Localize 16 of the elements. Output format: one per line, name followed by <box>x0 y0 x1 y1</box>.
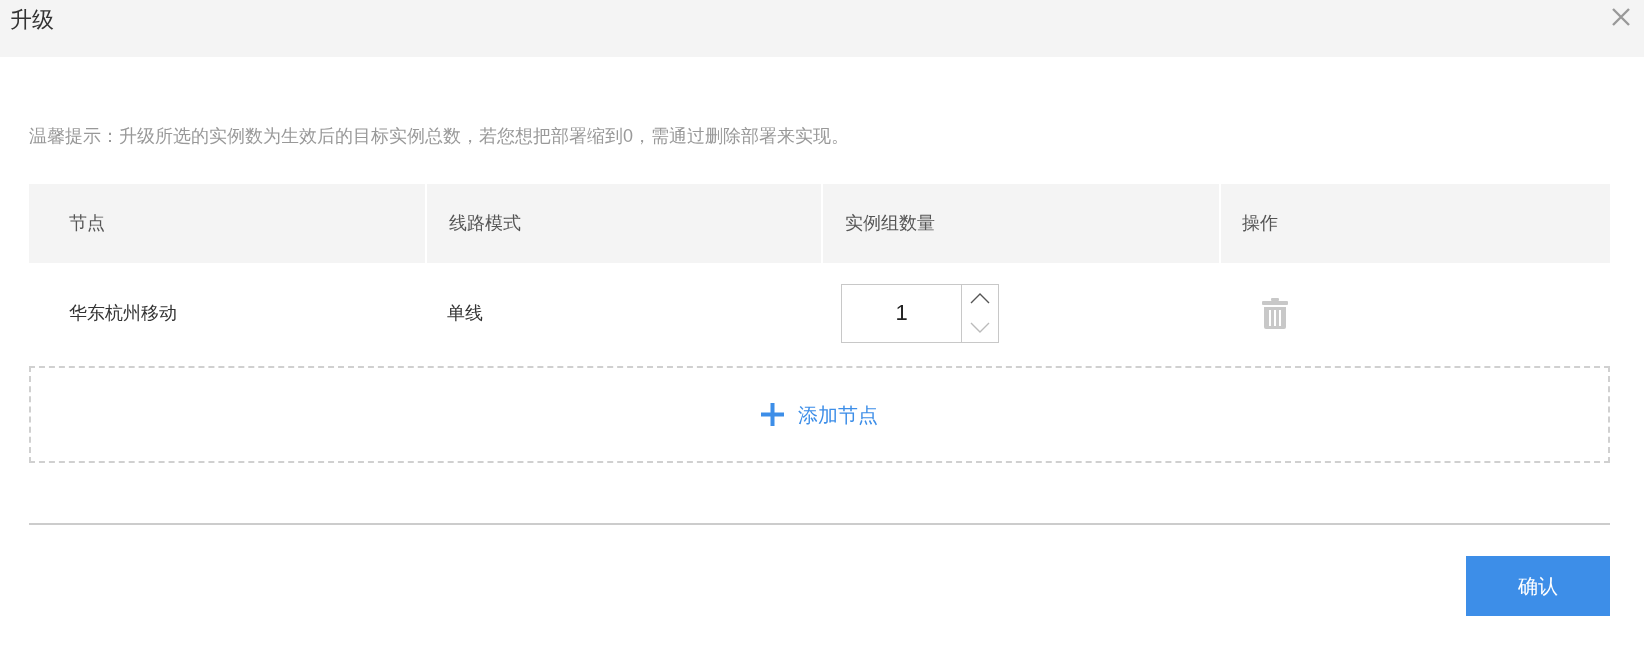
column-header: 实例组数量 <box>823 184 1219 263</box>
chevron-up-icon <box>970 293 990 305</box>
tip-text: 温馨提示：升级所选的实例数为生效后的目标实例总数，若您想把部署缩到0，需通过删除部署来实现。 <box>29 125 850 148</box>
trash-icon[interactable] <box>1262 297 1288 329</box>
number-stepper[interactable]: 1 <box>841 283 999 343</box>
plus-icon <box>761 403 784 426</box>
instance-count-field[interactable]: 1 <box>842 284 961 342</box>
table-cell-text: 单线 <box>446 301 484 325</box>
dialog-title: 升级 <box>10 6 54 34</box>
table-cell-text: 华东杭州移动 <box>68 301 178 325</box>
column-header: 线路模式 <box>427 184 821 263</box>
column-header: 节点 <box>29 184 425 263</box>
add-node-label: 添加节点 <box>798 402 878 428</box>
column-header: 操作 <box>1221 184 1610 263</box>
add-node-button[interactable]: 添加节点 <box>29 366 1610 463</box>
close-icon[interactable] <box>1612 8 1630 26</box>
